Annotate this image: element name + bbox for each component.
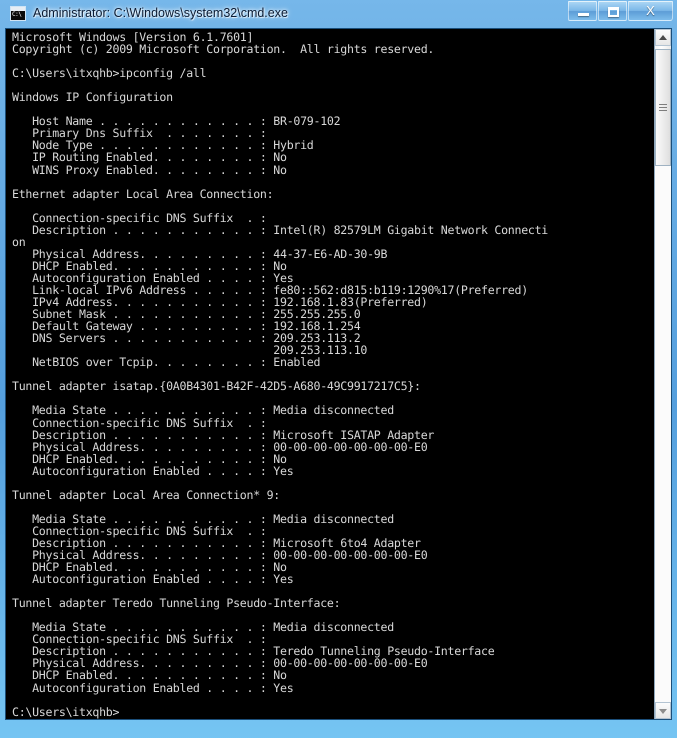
icon-prompt-text: C:\ [12, 11, 22, 18]
title-bar[interactable]: C:\ Administrator: C:\Windows\system32\c… [0, 0, 677, 28]
maximize-button[interactable] [598, 1, 627, 21]
close-icon: X [646, 3, 655, 18]
scroll-up-button[interactable] [655, 29, 671, 46]
console-output-screen[interactable]: Microsoft Windows [Version 6.1.7601] Cop… [6, 29, 656, 719]
console-output-text: Microsoft Windows [Version 6.1.7601] Cop… [12, 30, 549, 719]
minimize-button[interactable] [568, 1, 597, 21]
scrollbar-grip-icon [659, 104, 667, 111]
minimize-icon [578, 13, 589, 16]
console-client-area: Microsoft Windows [Version 6.1.7601] Cop… [5, 28, 672, 720]
scrollbar-track-lower[interactable] [655, 166, 671, 702]
scroll-down-arrow-icon [659, 709, 667, 714]
cmd-window: C:\ Administrator: C:\Windows\system32\c… [0, 0, 677, 738]
vertical-scrollbar[interactable] [654, 29, 671, 719]
window-title: Administrator: C:\Windows\system32\cmd.e… [33, 6, 288, 20]
scroll-down-button[interactable] [655, 702, 671, 719]
scroll-up-arrow-icon [659, 35, 667, 40]
close-button[interactable]: X [628, 1, 673, 21]
maximize-icon-bar [609, 8, 618, 10]
cmd-console-icon: C:\ [10, 6, 26, 21]
scrollbar-thumb[interactable] [655, 49, 671, 166]
